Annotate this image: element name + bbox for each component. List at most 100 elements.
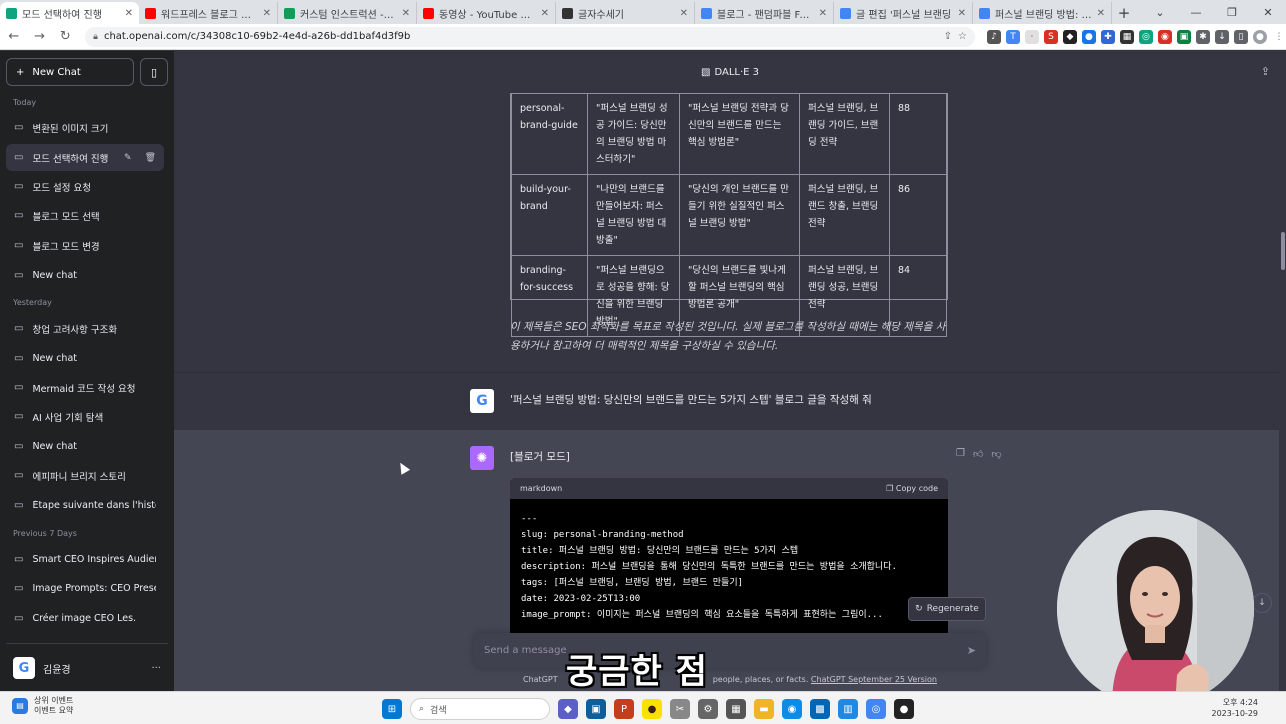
chat-app-icon[interactable]: ◆: [558, 699, 578, 719]
extension-grid-icon[interactable]: ▦: [1119, 29, 1134, 44]
system-clock[interactable]: 오후 4:24 2023-10-29: [1212, 697, 1259, 719]
scroll-down-button[interactable]: ↓: [1252, 593, 1272, 613]
sidebar-chat-item[interactable]: ▭ 블로그 모드 선택: [6, 202, 164, 229]
thumbs-down-icon[interactable]: 👎︎: [991, 448, 1001, 460]
tab-close-icon[interactable]: ✕: [1097, 8, 1105, 19]
group-label-today: Today: [13, 98, 37, 107]
extension-icon[interactable]: ·: [1024, 29, 1039, 44]
model-name: DALL·E 3: [714, 66, 759, 78]
download-icon[interactable]: ↓: [1214, 29, 1229, 44]
recorder-icon[interactable]: ●: [894, 699, 914, 719]
taskbar-search[interactable]: ⌕ 검색: [410, 698, 550, 720]
sidebar-chat-item[interactable]: ▭ 창업 고려사항 구조화: [6, 315, 164, 342]
copy-icon[interactable]: ❐: [956, 448, 965, 460]
close-window-icon[interactable]: ✕: [1250, 0, 1286, 24]
store-icon[interactable]: ▩: [810, 699, 830, 719]
bookmark-star-icon[interactable]: ☆: [958, 31, 967, 42]
tab-favicon-icon: [701, 7, 712, 19]
extension-s-icon[interactable]: S: [1043, 29, 1058, 44]
tab-close-icon[interactable]: ✕: [680, 8, 688, 19]
sidebar-chat-item[interactable]: ▭ 모드 설정 요청: [6, 173, 164, 200]
footer-version-link[interactable]: ChatGPT September 25 Version: [811, 675, 937, 684]
copy-code-button[interactable]: ❐ Copy code: [886, 484, 938, 493]
new-tab-button[interactable]: +: [1112, 2, 1136, 24]
sidebar-chat-item[interactable]: ▭ New chat: [6, 345, 164, 372]
edge-icon[interactable]: ◉: [782, 699, 802, 719]
browser-tab[interactable]: 글 편집 '퍼스널 브랜딩 ✕: [834, 2, 973, 24]
snipping-tool-icon[interactable]: ✂: [670, 699, 690, 719]
browser-tab[interactable]: 모드 선택하여 진행 ✕: [0, 2, 139, 24]
tab-close-icon[interactable]: ✕: [819, 8, 827, 19]
table-cell-title: "퍼스널 브랜딩 성공 가이드: 당신만의 브랜딩 방법 마스터하기": [587, 93, 680, 175]
browser-tab[interactable]: 퍼스널 브랜딩 방법: 당신 ✕: [973, 2, 1112, 24]
regenerate-button[interactable]: ↻ Regenerate: [908, 597, 986, 621]
browser-tab[interactable]: 블로그 - 팬덤파블 Fando ✕: [695, 2, 834, 24]
settings-icon[interactable]: ⚙: [698, 699, 718, 719]
message-input[interactable]: [484, 645, 967, 656]
new-chat-button[interactable]: + New Chat: [6, 58, 134, 86]
file-explorer-icon[interactable]: ▬: [754, 699, 774, 719]
kakaotalk-icon[interactable]: ●: [642, 699, 662, 719]
message-input-box[interactable]: ➤: [474, 633, 986, 668]
share-icon[interactable]: ⇪: [1261, 65, 1270, 78]
send-icon[interactable]: ➤: [967, 644, 976, 657]
translate-icon[interactable]: T: [1005, 29, 1020, 44]
browser-tab[interactable]: 동영상 - YouTube Studio ✕: [417, 2, 556, 24]
thumbs-up-icon[interactable]: 👍︎: [973, 448, 983, 460]
sidebar-chat-item[interactable]: ▭ 변환된 이미지 크기: [6, 114, 164, 141]
reload-icon[interactable]: ↻: [53, 25, 77, 49]
tab-close-icon[interactable]: ✕: [263, 8, 271, 19]
forward-icon[interactable]: →: [28, 25, 52, 49]
sidebar-chat-item-selected[interactable]: ▭ 모드 선택하여 진행 ✎ 🗑︎: [6, 144, 164, 171]
extension-green-icon[interactable]: ▣: [1176, 29, 1191, 44]
browser-tab[interactable]: 워드프레스 블로그 키워드 ✕: [139, 2, 278, 24]
sidebar-chat-item[interactable]: ▭ Mermaid 코드 작성 요청: [6, 374, 164, 401]
windows-start-icon[interactable]: ⊞: [382, 699, 402, 719]
sidebar-chat-item[interactable]: ▭ Image Prompts: CEO Present: [6, 575, 164, 602]
tab-search-icon[interactable]: ⌄: [1142, 0, 1178, 24]
tab-close-icon[interactable]: ✕: [125, 8, 133, 19]
sidebar-chat-item[interactable]: ▭ 블로그 모드 변경: [6, 232, 164, 259]
sidebar-chat-item[interactable]: ▭ New chat: [6, 433, 164, 460]
sidebar-chat-item[interactable]: ▭ Étape suivante dans l'histoire: [6, 492, 164, 519]
sidebar-chat-item[interactable]: ▭ AI 사업 기회 탐색: [6, 403, 164, 430]
sidebar-chat-item[interactable]: ▭ 에피파니 브리지 스토리: [6, 462, 164, 489]
tab-close-icon[interactable]: ✕: [541, 8, 549, 19]
edit-icon[interactable]: ✎: [124, 153, 132, 163]
notepad-icon[interactable]: ▥: [838, 699, 858, 719]
sidebar-toggle-icon[interactable]: ▯: [140, 58, 168, 86]
sidebar-chat-item[interactable]: ▭ New chat: [6, 262, 164, 289]
sidebar-chat-item[interactable]: ▭ Smart CEO Inspires Audience: [6, 546, 164, 573]
scrollbar-track[interactable]: [1279, 93, 1286, 691]
extension-blue-icon[interactable]: ●: [1081, 29, 1096, 44]
chrome-icon[interactable]: ◎: [866, 699, 886, 719]
user-menu[interactable]: G 김윤경 ···: [6, 653, 168, 683]
address-bar[interactable]: 🔒︎ chat.openai.com/c/34308c10-69b2-4e4d-…: [85, 26, 975, 47]
assistant-note: 이 제목들은 SEO 최적화를 목표로 작성된 것입니다. 실제 블로그를 작성…: [510, 321, 946, 352]
minimize-icon[interactable]: —: [1178, 0, 1214, 24]
scrollbar-thumb[interactable]: [1281, 232, 1285, 270]
tab-close-icon[interactable]: ✕: [958, 8, 966, 19]
restore-icon[interactable]: ❐: [1214, 0, 1250, 24]
calculator-icon[interactable]: ▦: [726, 699, 746, 719]
tab-close-icon[interactable]: ✕: [402, 8, 410, 19]
more-icon[interactable]: ···: [151, 663, 161, 674]
chatgpt-extension-icon[interactable]: ◎: [1138, 29, 1153, 44]
sidebar-chat-item[interactable]: ▭ Créer image CEO Les.: [6, 605, 164, 632]
browser-tab[interactable]: 글자수세기 ✕: [556, 2, 695, 24]
powerpoint-icon[interactable]: P: [614, 699, 634, 719]
extension-dark-icon[interactable]: ◆: [1062, 29, 1077, 44]
back-icon[interactable]: ←: [2, 25, 26, 49]
extension-puzzle-blue-icon[interactable]: ✚: [1100, 29, 1115, 44]
volume-icon[interactable]: ♪: [986, 29, 1001, 44]
news-widget[interactable]: ▤ 상위 이벤트 이벤트 요약: [12, 696, 73, 716]
profile-avatar-icon[interactable]: ●: [1252, 29, 1267, 44]
extensions-puzzle-icon[interactable]: ✱: [1195, 29, 1210, 44]
delete-icon[interactable]: 🗑︎: [145, 153, 156, 163]
side-panel-icon[interactable]: ▯: [1233, 29, 1248, 44]
record-extension-icon[interactable]: ◉: [1157, 29, 1172, 44]
browser-menu-icon[interactable]: ⋮: [1272, 30, 1286, 44]
share-page-icon[interactable]: ⇪: [944, 31, 952, 42]
app-icon[interactable]: ▣: [586, 699, 606, 719]
browser-tab[interactable]: 커스텀 인스트럭션 - Goo ✕: [278, 2, 417, 24]
